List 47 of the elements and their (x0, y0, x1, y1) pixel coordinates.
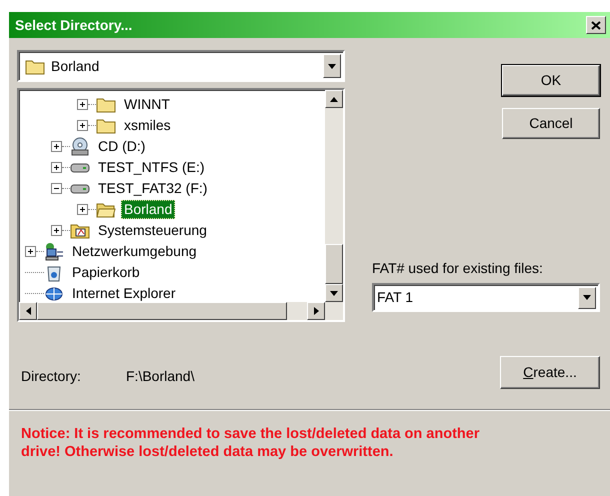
close-button[interactable] (586, 16, 606, 34)
scroll-right-button[interactable] (307, 302, 325, 320)
scrollbar-corner (325, 302, 343, 320)
scroll-down-button[interactable] (325, 284, 343, 302)
plus-box-icon[interactable] (77, 99, 88, 110)
caret-icon (328, 64, 336, 68)
plus-box-icon[interactable] (77, 120, 88, 131)
right-arrow-icon (314, 307, 318, 315)
create-button[interactable]: Create... (500, 356, 600, 389)
fat-dropdown[interactable]: FAT 1 (372, 283, 600, 312)
directory-path: F:\Borland\ (126, 367, 194, 386)
close-icon (591, 20, 601, 30)
tree-item[interactable]: CD (D:) (95, 137, 148, 156)
plus-box-icon[interactable] (77, 204, 88, 215)
plus-box-icon[interactable] (25, 246, 36, 257)
tree-item[interactable]: TEST_NTFS (E:) (95, 158, 208, 177)
tree-item[interactable]: TEST_FAT32 (F:) (95, 179, 210, 198)
notice-text: Notice: It is recommended to save the lost/deleted data on another drive! Otherwise lost/deleted data may be overwritten. (20, 425, 480, 461)
ok-button[interactable]: OK (502, 65, 600, 96)
network-computer-icon (44, 242, 64, 261)
up-arrow-icon (330, 96, 338, 102)
scrollbar-thumb[interactable] (325, 244, 343, 284)
plus-box-icon[interactable] (51, 225, 62, 236)
scrollbar-thumb[interactable] (37, 302, 287, 320)
tree-item[interactable]: Papierkorb (69, 263, 143, 282)
down-arrow-icon (330, 290, 338, 296)
folder-dropdown[interactable]: Borland (17, 50, 345, 82)
tree-item[interactable]: Internet Explorer (69, 284, 178, 302)
directory-label: Directory: (21, 367, 82, 386)
minus-box-icon[interactable] (51, 183, 62, 194)
scroll-left-button[interactable] (19, 302, 37, 320)
tree-item[interactable]: Netzwerkumgebung (69, 242, 200, 261)
caret-icon (583, 295, 591, 300)
scroll-up-button[interactable] (325, 90, 343, 108)
field-label: FAT# used for existing files: (372, 259, 544, 278)
tree-item[interactable]: Borland (121, 200, 176, 219)
tree-item[interactable]: xsmiles (121, 116, 174, 135)
left-arrow-icon (26, 307, 30, 315)
horizontal-scrollbar[interactable] (19, 302, 325, 320)
vertical-scrollbar[interactable] (325, 90, 343, 302)
tree-item[interactable]: WINNT (121, 95, 173, 114)
window-title: Select Directory... (15, 16, 132, 35)
plus-box-icon[interactable] (51, 141, 62, 152)
cd-drive-icon (70, 137, 90, 156)
cancel-button[interactable]: Cancel (502, 108, 600, 139)
tree-item[interactable]: Systemsteuerung (95, 221, 210, 240)
plus-box-icon[interactable] (51, 162, 62, 173)
